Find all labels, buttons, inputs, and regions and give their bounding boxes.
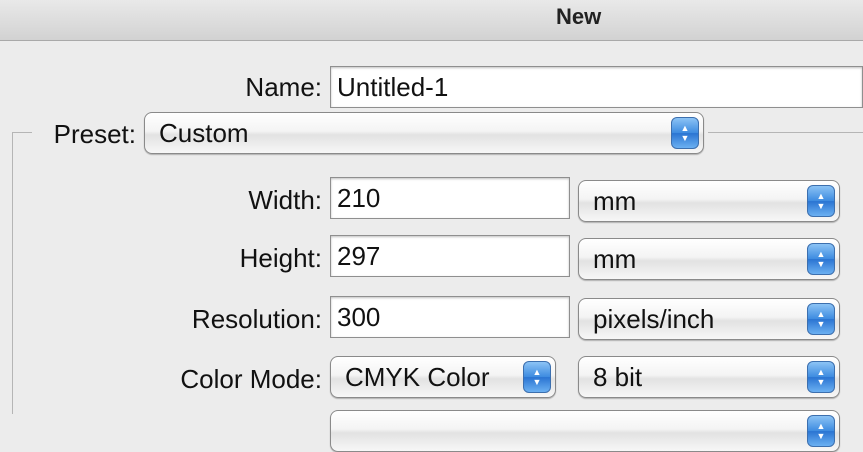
window-title: New — [556, 4, 602, 29]
up-down-arrows-icon: ▲ ▼ — [671, 117, 699, 149]
height-label: Height: — [239, 243, 322, 273]
preset-group-top-right — [708, 132, 863, 133]
resolution-label: Resolution: — [191, 304, 322, 334]
up-down-arrows-icon: ▲ ▼ — [523, 361, 551, 393]
title-bar: New — [0, 0, 863, 41]
up-down-arrows-icon: ▲ ▼ — [807, 303, 835, 335]
background-contents-popup-partial[interactable]: ▲ ▼ — [330, 410, 840, 452]
up-down-arrows-icon: ▲ ▼ — [807, 243, 835, 275]
height-field[interactable]: 297 — [330, 235, 570, 277]
up-down-arrows-icon: ▲ ▼ — [807, 361, 835, 393]
preset-group-left — [12, 132, 13, 414]
height-unit-value: mm — [593, 243, 637, 274]
up-down-arrows-icon: ▲ ▼ — [807, 185, 835, 217]
color-mode-value: CMYK Color — [345, 361, 490, 392]
width-unit-value: mm — [593, 185, 637, 216]
width-label: Width: — [248, 185, 322, 215]
height-unit-popup[interactable]: mm ▲ ▼ — [578, 238, 840, 280]
name-label: Name: — [245, 72, 322, 102]
color-mode-label: Color Mode: — [180, 364, 322, 394]
preset-popup[interactable]: Custom ▲ ▼ — [144, 112, 704, 154]
bit-depth-value: 8 bit — [593, 361, 643, 392]
preset-group-top-left — [12, 132, 32, 133]
up-down-arrows-icon: ▲ ▼ — [807, 415, 835, 447]
width-unit-popup[interactable]: mm ▲ ▼ — [578, 180, 840, 222]
resolution-unit-popup[interactable]: pixels/inch ▲ ▼ — [578, 298, 840, 340]
name-field[interactable]: Untitled-1 — [330, 66, 863, 108]
preset-value: Custom — [159, 117, 249, 148]
resolution-field[interactable]: 300 — [330, 296, 570, 338]
bit-depth-popup[interactable]: 8 bit ▲ ▼ — [578, 356, 840, 398]
preset-label: Preset: — [53, 119, 136, 149]
width-field[interactable]: 210 — [330, 177, 570, 219]
color-mode-popup[interactable]: CMYK Color ▲ ▼ — [330, 356, 556, 398]
resolution-unit-value: pixels/inch — [593, 303, 715, 334]
